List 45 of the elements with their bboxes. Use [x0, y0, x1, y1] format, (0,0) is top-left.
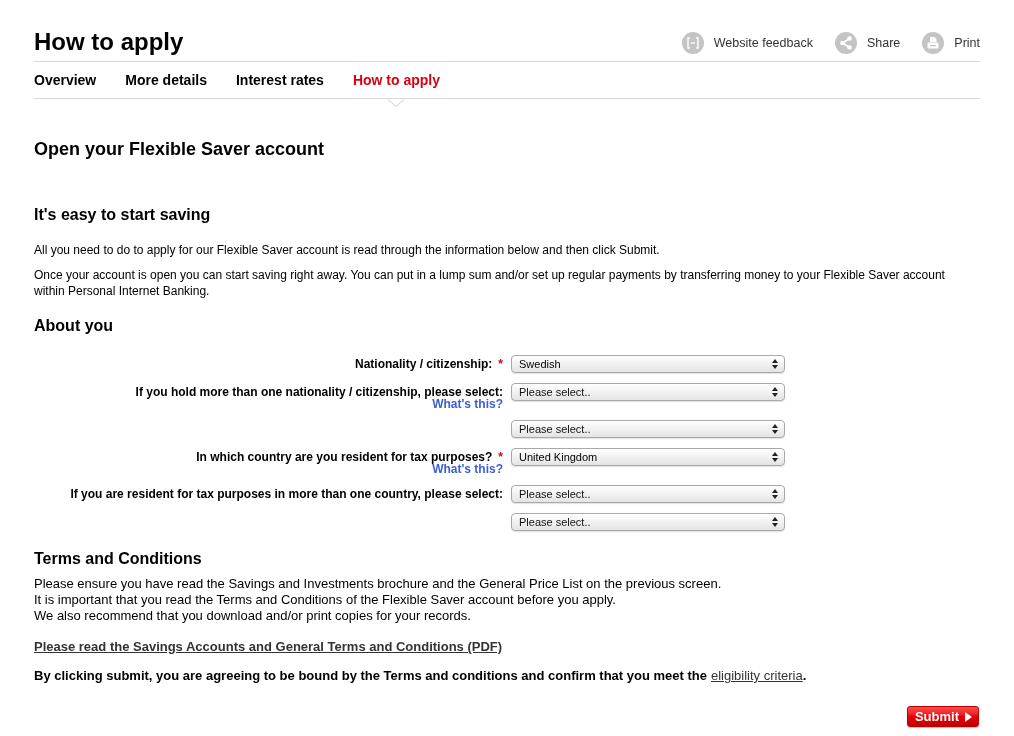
- select-field[interactable]: Please select..: [511, 513, 785, 531]
- bracket-dash-icon: [681, 32, 704, 54]
- up-down-arrows-icon: [772, 489, 778, 499]
- print-link[interactable]: Print: [922, 32, 980, 54]
- whats-this-link[interactable]: What's this?: [432, 463, 503, 475]
- tab[interactable]: More details: [125, 71, 207, 89]
- share-link[interactable]: Share: [834, 32, 901, 54]
- section-heading: It's easy to start saving: [34, 205, 212, 225]
- field-label: If you are resident for tax purposes in more than one country, please select:: [70, 488, 503, 500]
- select-field[interactable]: United Kingdom: [511, 448, 785, 466]
- paragraph: Once your account is open you can start saving right away. You can put in a lump sum and/or set up regular payments by transferring money to your Flexible Saver account within Personal Internet Banking.: [34, 267, 946, 299]
- paragraph: It is important that you read the Terms and Conditions of the Flexible Saver account before you apply.: [34, 592, 617, 608]
- paragraph: We also recommend that you download and/or print copies for your records.: [34, 608, 472, 624]
- paragraph: Please ensure you have read the Savings and Investments brochure and the General Price List on the previous screen.: [34, 576, 723, 592]
- tab[interactable]: Overview: [34, 71, 97, 89]
- select-field[interactable]: Please select..: [511, 420, 785, 438]
- field-label: If you hold more than one nationality / citizenship, please select:: [135, 386, 503, 398]
- select-field[interactable]: Please select..: [511, 485, 785, 503]
- required-mark: *: [498, 451, 503, 463]
- tab[interactable]: How to apply: [352, 71, 441, 89]
- triangle-right-icon: [965, 711, 972, 722]
- up-down-arrows-icon: [772, 452, 778, 462]
- page-title: How to apply: [34, 27, 184, 57]
- up-down-arrows-icon: [772, 359, 778, 369]
- paragraph: All you need to do to apply for our Flexible Saver account is read through the information below and then click Submit.: [34, 242, 661, 258]
- section-heading: About you: [34, 316, 115, 336]
- section-heading: Open your Flexible Saver account: [34, 138, 326, 160]
- section-heading: Terms and Conditions: [34, 549, 203, 569]
- whats-this-link[interactable]: What's this?: [432, 398, 503, 410]
- select-field[interactable]: Swedish: [511, 355, 785, 373]
- submit-button[interactable]: Submit: [906, 706, 979, 727]
- tab[interactable]: Interest rates: [235, 71, 324, 89]
- up-down-arrows-icon: [772, 387, 778, 397]
- pdf-link[interactable]: Please read the Savings Accounts and General Terms and Conditions (PDF): [34, 639, 503, 654]
- feedback-link[interactable]: Website feedback: [681, 32, 813, 54]
- eligibility-link[interactable]: eligibility criteria: [710, 668, 803, 683]
- required-mark: *: [498, 358, 503, 370]
- share-icon: [834, 32, 857, 54]
- field-label: Nationality / citizenship:: [354, 358, 493, 370]
- field-label: In which country are you resident for tax purposes?: [196, 451, 493, 463]
- up-down-arrows-icon: [772, 424, 778, 434]
- select-field[interactable]: Please select..: [511, 383, 785, 401]
- agreement-text: By clicking submit, you are agreeing to be bound by the Terms and conditions and confirm that you meet the eligibility criteria.: [34, 668, 808, 684]
- printer-icon: [922, 32, 945, 54]
- up-down-arrows-icon: [772, 517, 778, 527]
